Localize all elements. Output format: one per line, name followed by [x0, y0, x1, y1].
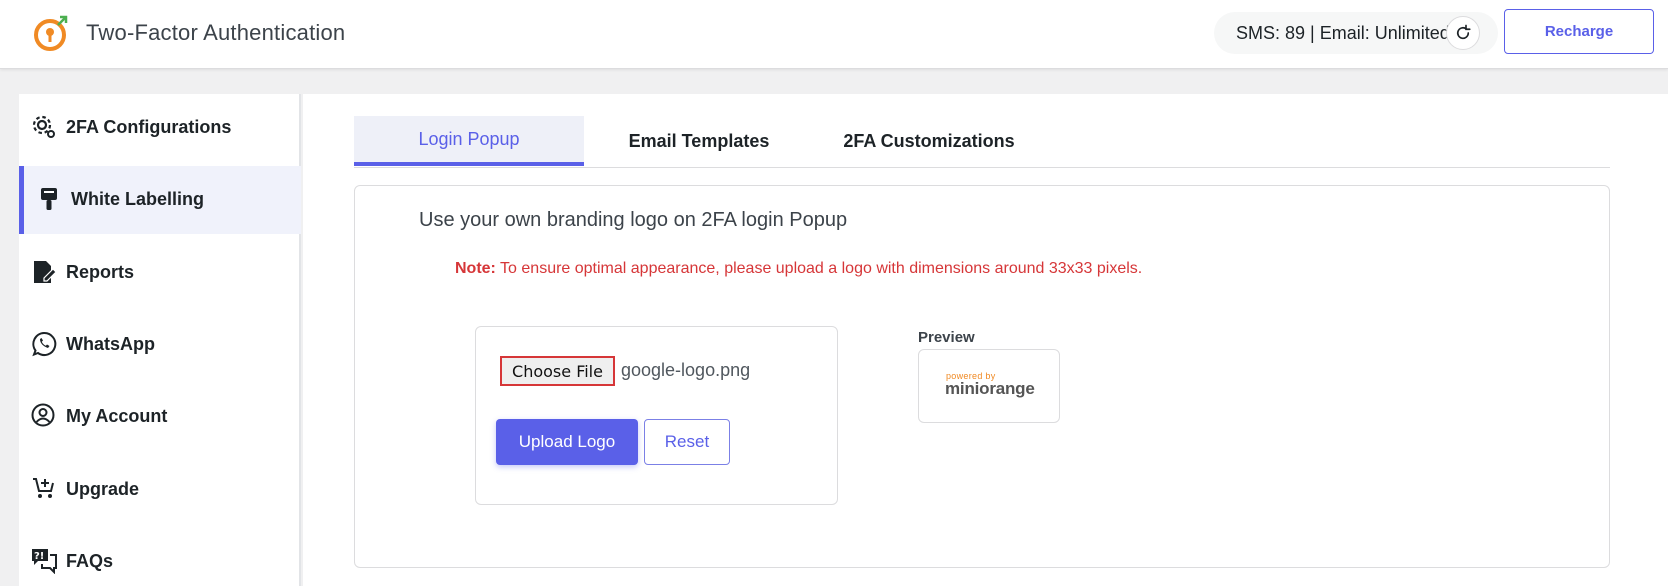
section-title: Use your own branding logo on 2FA login … — [419, 209, 848, 231]
tab-bar: Login Popup Email Templates 2FA Customiz… — [354, 116, 1610, 168]
sidebar-item-2fa-configurations[interactable]: 2FA Configurations — [19, 94, 301, 162]
note-body: To ensure optimal appearance, please upl… — [495, 260, 1143, 277]
paint-roller-icon — [36, 186, 62, 212]
cart-plus-icon — [31, 476, 57, 502]
svg-text:?!: ?! — [34, 551, 44, 562]
sidebar-item-label: WhatsApp — [66, 334, 155, 354]
recharge-button[interactable]: Recharge — [1504, 9, 1654, 54]
user-circle-icon — [31, 403, 57, 429]
gear-cog-icon — [31, 114, 57, 140]
sidebar-item-label: White Labelling — [71, 189, 204, 209]
key-shield-icon — [32, 13, 72, 53]
sidebar-item-label: 2FA Configurations — [66, 117, 232, 137]
sidebar-item-label: My Account — [66, 406, 168, 426]
tab-login-popup[interactable]: Login Popup — [354, 116, 584, 166]
tab-email-templates[interactable]: Email Templates — [584, 116, 814, 166]
note-label: Note: — [455, 260, 496, 277]
file-chart-icon — [31, 259, 57, 285]
preview-label: Preview — [918, 329, 975, 346]
refresh-button[interactable] — [1446, 16, 1480, 50]
sidebar-item-upgrade[interactable]: Upgrade — [19, 456, 301, 524]
sidebar-item-white-labelling[interactable]: White Labelling — [19, 166, 301, 234]
sidebar-item-faqs[interactable]: ?! FAQs — [19, 528, 301, 586]
main-panel: Login Popup Email Templates 2FA Customiz… — [303, 94, 1668, 586]
branding-section: Use your own branding logo on 2FA login … — [354, 185, 1610, 568]
credits-text: SMS: 89 | Email: Unlimited — [1236, 23, 1450, 43]
top-header: Two-Factor Authentication SMS: 89 | Emai… — [0, 0, 1668, 69]
choose-file-button[interactable]: Choose File — [500, 356, 615, 386]
note-text: Note: To ensure optimal appearance, plea… — [455, 260, 1142, 278]
upload-logo-button[interactable]: Upload Logo — [496, 419, 638, 465]
sidebar: 2FA Configurations White Labelling Repor… — [19, 94, 301, 586]
upload-card: Choose File google-logo.png Upload Logo … — [475, 326, 838, 505]
sidebar-item-my-account[interactable]: My Account — [19, 383, 301, 451]
logo-preview: powered by miniorange — [918, 349, 1060, 423]
reset-button[interactable]: Reset — [644, 419, 730, 465]
sidebar-item-label: FAQs — [66, 551, 114, 571]
credits-pill: SMS: 89 | Email: Unlimited — [1214, 12, 1498, 54]
tab-2fa-customizations[interactable]: 2FA Customizations — [814, 116, 1044, 166]
app-title: Two-Factor Authentication — [86, 20, 346, 45]
sidebar-item-label: Reports — [66, 262, 135, 282]
question-chat-icon: ?! — [31, 548, 57, 575]
refresh-icon — [1456, 24, 1471, 40]
sidebar-item-whatsapp[interactable]: WhatsApp — [19, 311, 301, 379]
whatsapp-icon — [31, 331, 57, 357]
selected-file-name: google-logo.png — [621, 360, 751, 380]
sidebar-item-label: Upgrade — [66, 479, 140, 499]
preview-brand-text: miniorange — [945, 379, 1035, 398]
sidebar-item-reports[interactable]: Reports — [19, 239, 301, 307]
